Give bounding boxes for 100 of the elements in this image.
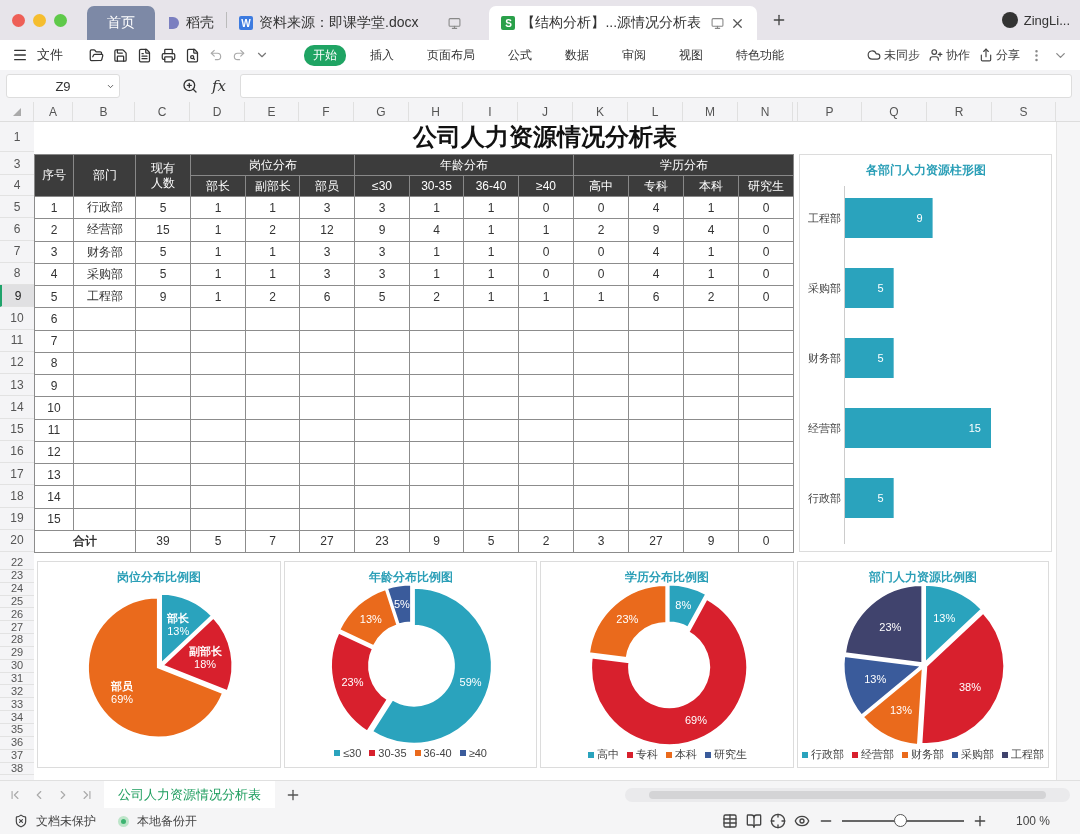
grid-view-icon[interactable] (722, 813, 738, 829)
sheet-tab[interactable]: 公司人力资源情况分析表 (104, 780, 275, 809)
column-header[interactable]: H (409, 102, 463, 121)
center-view-icon[interactable] (770, 813, 786, 829)
column-header[interactable]: G (354, 102, 409, 121)
vertical-scrollbar[interactable] (1056, 122, 1080, 780)
ribbon-tab[interactable]: 数据 (556, 44, 598, 66)
protection-status[interactable]: 文档未保护 (36, 812, 96, 830)
column-header[interactable]: M (683, 102, 738, 121)
row-header[interactable]: 36 (0, 736, 34, 750)
select-all-icon[interactable] (12, 107, 21, 116)
toolbar-button[interactable]: 分享 (979, 46, 1020, 64)
name-box[interactable]: Z9 (6, 74, 120, 98)
preview-icon[interactable] (185, 47, 200, 63)
ribbon-tab[interactable]: 页面布局 (418, 44, 484, 66)
zoom-icon[interactable] (182, 78, 198, 94)
eye-icon[interactable] (794, 813, 810, 829)
row-header[interactable]: 19 (0, 507, 34, 530)
ribbon-tab[interactable]: 审阅 (613, 44, 655, 66)
ribbon-tab[interactable]: 特色功能 (727, 44, 793, 66)
row-header[interactable]: 32 (0, 685, 34, 699)
function-button[interactable]: fx (212, 77, 226, 95)
column-header[interactable]: A (34, 102, 73, 121)
column-header[interactable]: L (628, 102, 683, 121)
document-tab[interactable]: 首页 (87, 6, 155, 40)
row-header[interactable]: 14 (0, 396, 34, 419)
row-header[interactable]: 31 (0, 672, 34, 686)
row-header[interactable]: 1 (0, 122, 34, 152)
row-header[interactable]: 9 (0, 285, 34, 308)
toolbar-button[interactable]: 协作 (929, 46, 970, 64)
column-header[interactable]: B (73, 102, 135, 121)
row-header[interactable]: 17 (0, 463, 34, 486)
row-header[interactable]: 15 (0, 418, 34, 441)
user-name[interactable]: ZingLi... (1023, 12, 1070, 28)
row-header[interactable]: 22 (0, 557, 34, 570)
document-tab[interactable]: 稻壳 (155, 6, 226, 40)
menu-icon[interactable] (12, 47, 28, 63)
column-header[interactable]: N (738, 102, 793, 121)
print-icon[interactable] (161, 47, 176, 63)
zoom-slider-thumb[interactable] (894, 814, 908, 827)
page-view-icon[interactable] (746, 813, 762, 829)
row-header[interactable]: 12 (0, 351, 34, 374)
avatar[interactable] (1001, 12, 1018, 28)
toolbar-button[interactable]: 未同步 (867, 46, 920, 64)
row-header[interactable]: 23 (0, 569, 34, 583)
column-header[interactable]: R (927, 102, 992, 121)
document-tab[interactable]: S 【结构分析】...源情况分析表 (489, 6, 758, 40)
monitor-icon[interactable] (448, 16, 462, 30)
row-header[interactable]: 27 (0, 621, 34, 635)
row-header[interactable]: 33 (0, 698, 34, 712)
row-header[interactable]: 35 (0, 723, 34, 737)
row-header[interactable]: 5 (0, 196, 34, 219)
column-header[interactable]: F (299, 102, 354, 121)
save-icon[interactable] (113, 47, 128, 63)
table-cell: 1 (463, 196, 519, 219)
column-header[interactable]: S (992, 102, 1056, 121)
folder-icon[interactable] (89, 47, 104, 63)
file-menu[interactable]: 文件 (37, 46, 63, 64)
column-header[interactable]: I (463, 102, 518, 121)
row-header[interactable]: 20 (0, 529, 34, 552)
column-header[interactable]: D (190, 102, 245, 121)
column-header[interactable]: C (135, 102, 190, 121)
row-header[interactable]: 7 (0, 240, 34, 263)
row-header[interactable]: 28 (0, 634, 34, 647)
ribbon-tab[interactable]: 插入 (361, 44, 403, 66)
document-tab[interactable]: W 资料来源：即课学堂.docx (227, 6, 474, 40)
redo-icon[interactable] (232, 48, 246, 62)
row-header[interactable]: 26 (0, 608, 34, 622)
column-header[interactable]: P (798, 102, 862, 121)
row-header[interactable]: 16 (0, 440, 34, 463)
legend-label: 工程部 (1011, 747, 1044, 762)
row-header[interactable]: 10 (0, 307, 34, 330)
table-cell: 5 (135, 241, 191, 264)
data-label: 9 (916, 212, 923, 224)
row-header[interactable]: 13 (0, 374, 34, 397)
row-header[interactable]: 29 (0, 646, 34, 660)
horizontal-scrollbar[interactable] (625, 787, 1070, 802)
row-header[interactable]: 25 (0, 595, 34, 609)
backup-status[interactable]: 本地备份开 (137, 812, 197, 830)
close-button[interactable] (12, 13, 25, 27)
row-header[interactable]: 24 (0, 582, 34, 596)
ribbon-tab[interactable]: 公式 (499, 44, 541, 66)
table-cell: 1 (463, 285, 519, 308)
column-header[interactable]: E (245, 102, 299, 121)
row-header[interactable]: 6 (0, 218, 34, 241)
row-header[interactable]: 34 (0, 711, 34, 724)
row-header[interactable]: 38 (0, 762, 34, 776)
ribbon-tab[interactable]: 视图 (670, 44, 712, 66)
row-header[interactable]: 30 (0, 659, 34, 673)
formula-input[interactable] (240, 74, 1072, 98)
column-header[interactable]: J (518, 102, 573, 121)
zoom-in-icon[interactable] (972, 813, 988, 829)
row-header[interactable]: 18 (0, 485, 34, 508)
row-header[interactable]: 11 (0, 329, 34, 352)
undo-icon[interactable] (209, 48, 223, 62)
document-icon[interactable] (137, 47, 152, 63)
row-header[interactable]: 37 (0, 749, 34, 763)
column-header[interactable]: Q (862, 102, 927, 121)
monitor-icon[interactable] (711, 16, 725, 30)
column-header[interactable]: K (573, 102, 628, 121)
